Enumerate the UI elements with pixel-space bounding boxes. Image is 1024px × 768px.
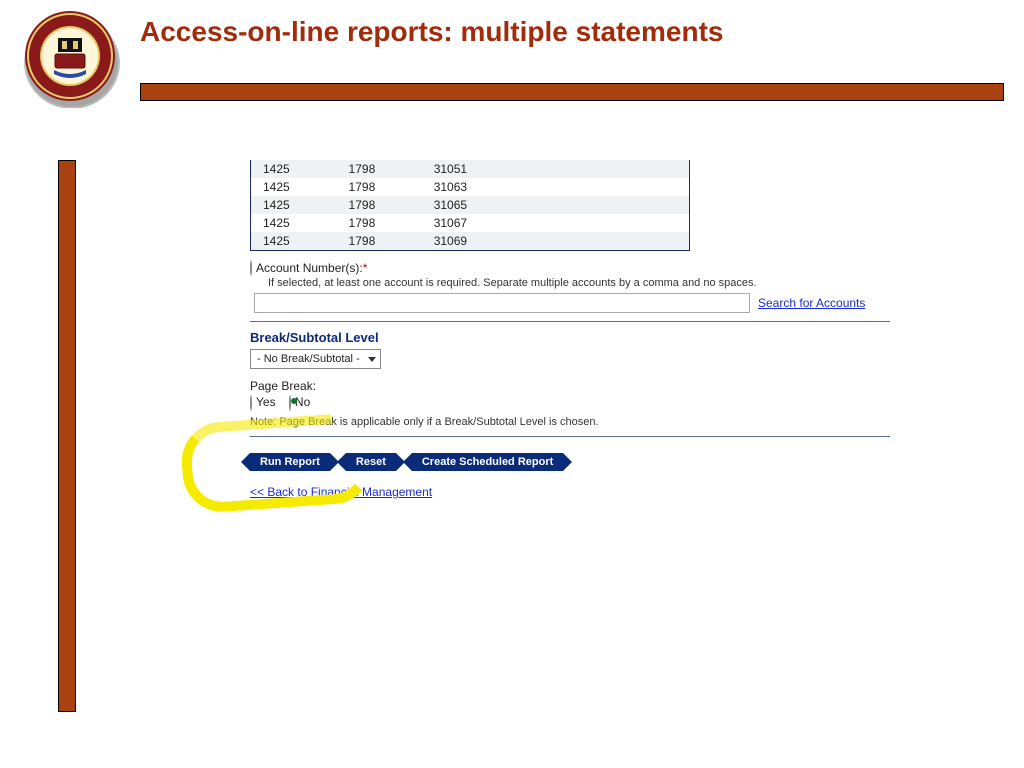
table-row[interactable]: 1425 1798 31067	[251, 214, 690, 232]
break-subtotal-select[interactable]: - No Break/Subtotal -	[250, 349, 381, 369]
cell: 1425	[251, 214, 337, 232]
page-break-note: Note: Page Break is applicable only if a…	[250, 416, 890, 428]
required-indicator: *	[363, 261, 368, 275]
cell: 31065	[422, 196, 519, 214]
cell: 1798	[337, 160, 422, 178]
page-break-yes-radio[interactable]	[250, 395, 252, 411]
back-to-financial-management-link[interactable]: << Back to Financial Management	[250, 485, 432, 499]
table-row[interactable]: 1425 1798 31065	[251, 196, 690, 214]
account-numbers-hint: If selected, at least one account is req…	[268, 277, 890, 289]
cell: 1798	[337, 178, 422, 196]
cell: 1798	[337, 232, 422, 250]
table-row[interactable]: 1425 1798 31063	[251, 178, 690, 196]
table-row[interactable]: 1425 1798 31069	[251, 232, 690, 250]
page-break-no-label: No	[295, 395, 310, 409]
cell: 1798	[337, 214, 422, 232]
side-divider	[58, 160, 76, 712]
search-accounts-link[interactable]: Search for Accounts	[758, 296, 865, 310]
account-numbers-radio[interactable]	[250, 260, 252, 276]
select-value: - No Break/Subtotal -	[257, 353, 360, 365]
title-divider	[140, 83, 1004, 101]
table-row[interactable]: 1425 1798 31051	[251, 160, 690, 178]
break-subtotal-header: Break/Subtotal Level	[250, 330, 890, 345]
cell: 1425	[251, 178, 337, 196]
cell: 31067	[422, 214, 519, 232]
cell: 1425	[251, 196, 337, 214]
page-title: Access-on-line reports: multiple stateme…	[140, 16, 723, 48]
account-numbers-label: Account Number(s):	[256, 261, 363, 275]
page-break-yes-label: Yes	[256, 395, 276, 409]
section-divider	[250, 321, 890, 322]
cell: 1798	[337, 196, 422, 214]
university-seal-logo	[20, 8, 120, 108]
page-break-no-radio[interactable]	[289, 395, 291, 411]
cell: 31051	[422, 160, 519, 178]
accounts-table: 1425 1798 31051 1425 1798 31063 1425 179…	[250, 160, 690, 251]
run-report-button[interactable]: Run Report	[250, 453, 330, 471]
cell: 31063	[422, 178, 519, 196]
create-scheduled-report-button[interactable]: Create Scheduled Report	[412, 453, 563, 471]
cell: 31069	[422, 232, 519, 250]
report-form: 1425 1798 31051 1425 1798 31063 1425 179…	[250, 160, 890, 499]
reset-button[interactable]: Reset	[346, 453, 396, 471]
cell: 1425	[251, 232, 337, 250]
page-break-label: Page Break:	[250, 379, 890, 393]
cell: 1425	[251, 160, 337, 178]
section-divider	[250, 436, 890, 437]
account-numbers-input[interactable]	[254, 293, 750, 313]
chevron-down-icon	[368, 357, 376, 362]
